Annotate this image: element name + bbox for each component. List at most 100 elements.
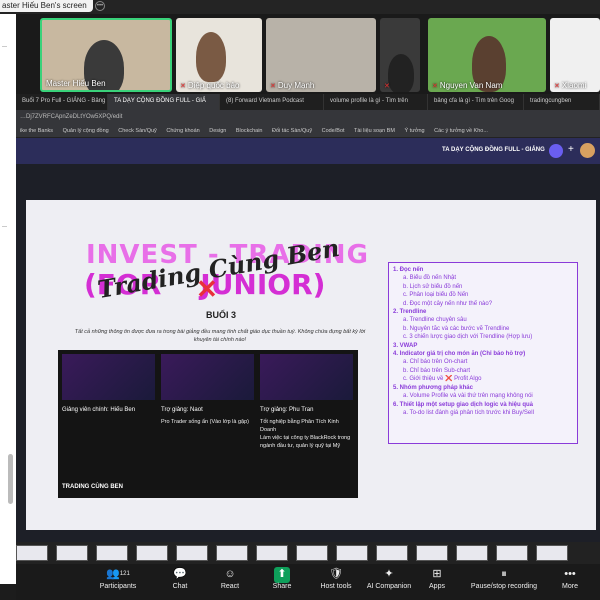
bookmark[interactable]: Check Sàn/Quỹ — [118, 128, 157, 134]
instructor-card: Trợ giảng: Naot Pro Trader sống ẩn (Vào … — [161, 354, 254, 494]
panel-marker: — — [2, 44, 7, 50]
toc-item: a. Trendline chuyên sâu — [403, 317, 467, 324]
react-button[interactable]: ☺ React — [210, 567, 250, 590]
panel-marker: — — [2, 224, 7, 230]
slide-thumbnail[interactable] — [96, 545, 128, 561]
bookmark[interactable]: Design — [209, 128, 226, 134]
slide-thumbnail[interactable] — [56, 545, 88, 561]
meeting-controls: 👥121 Participants 💬 Chat ☺ React ⬆ Share… — [16, 564, 600, 600]
bookmark[interactable]: Quản lý cộng đồng — [63, 128, 109, 134]
document-title[interactable]: TA DẠY CỘNG ĐỒNG FULL - GIẢNG — [442, 147, 545, 153]
bookmark[interactable]: Ý tưởng — [404, 128, 424, 134]
shield-icon: 🛡 — [329, 568, 343, 580]
slide-thumbnail[interactable] — [176, 545, 208, 561]
address-bar[interactable]: …Dj7ZVRFCApnZeDLtYOw5XPQ/edit — [16, 110, 600, 124]
toc-item: b. Chỉ báo trên Sub-chart — [403, 367, 471, 374]
video-tile[interactable]: ✕ Xiaomi — [550, 18, 600, 92]
add-icon[interactable]: + — [568, 144, 574, 155]
apps-button[interactable]: ⊞ Apps — [420, 567, 454, 590]
instructor-panel: Giảng viên chính: Hiếu Ben Trợ giảng: Na… — [58, 350, 358, 498]
bookmark[interactable]: Chứng khoán — [166, 128, 199, 134]
instructor-card: Giảng viên chính: Hiếu Ben — [62, 354, 155, 494]
ai-companion-button[interactable]: ✦ AI Companion — [360, 567, 418, 590]
logo-x-mark: ✕ — [196, 274, 218, 304]
present-button[interactable] — [549, 144, 563, 158]
bookmark[interactable]: Đối tác Sàn/Quỹ — [272, 128, 312, 134]
instructor-card: Trợ giảng: Phu Tran Tốt nghiệp bằng Phân… — [260, 354, 353, 494]
slide-thumbnail[interactable] — [536, 545, 568, 561]
disclaimer-text: Tất cả những thông tin được đưa ra trong… — [74, 329, 366, 343]
scrollbar[interactable] — [8, 454, 13, 504]
slide-thumbnail[interactable] — [376, 545, 408, 561]
slide-thumbnail[interactable] — [296, 545, 328, 561]
mic-muted-icon: ✕ — [432, 83, 438, 90]
slide-thumbnail[interactable] — [136, 545, 168, 561]
slide-thumbnail[interactable] — [16, 545, 48, 561]
share-options-icon[interactable]: ••• — [95, 1, 105, 11]
react-label: React — [220, 583, 240, 590]
bookmark[interactable]: Tài liệu soạn BM — [354, 128, 395, 134]
host-tools-label: Host tools — [320, 583, 352, 590]
editor-canvas: INVEST - TRADING (FOR JUNIOR) Trading Cù… — [16, 164, 600, 549]
bookmark[interactable]: ike the Banks — [20, 128, 53, 134]
participant-count: 121 — [119, 571, 130, 577]
video-tile[interactable]: ✕ — [380, 18, 420, 92]
bookmark[interactable]: Blockchain — [236, 128, 263, 134]
participants-icon: 👥121 — [106, 568, 130, 580]
instructor-role: Giảng viên chính: Hiếu Ben — [62, 407, 136, 413]
recording-button[interactable]: ⏸ Pause/stop recording — [456, 567, 552, 590]
slide-thumbnail[interactable] — [256, 545, 288, 561]
host-tools-button[interactable]: 🛡 Host tools — [314, 567, 358, 590]
chat-label: Chat — [172, 583, 188, 590]
browser-tab[interactable]: volume profile là gì - Tìm trên — [324, 94, 428, 110]
more-button[interactable]: ••• More — [552, 567, 588, 590]
instructor-photo — [161, 354, 254, 400]
shared-browser-window: Buổi 7 Pro Full - GIẢNG - Bảng TA DẠY CỘ… — [16, 94, 600, 549]
instructor-desc: Tốt nghiệp bằng Phân Tích Kinh Doanh Làm… — [260, 419, 351, 449]
toc-item: b. Nguyên tắc và các bước vẽ Trendline — [403, 325, 510, 332]
recording-icon: ⏸ — [501, 568, 507, 580]
slide-thumbnail[interactable] — [456, 545, 488, 561]
share-button[interactable]: ⬆ Share — [262, 567, 302, 590]
browser-tab[interactable]: tradingcungben — [524, 94, 600, 110]
video-tile[interactable]: ✕ Nguyen Van Nam — [428, 18, 546, 92]
toc-heading: 2. Trendline — [393, 309, 427, 316]
slide-thumbnail[interactable] — [216, 545, 248, 561]
slide-thumbnail[interactable] — [416, 545, 448, 561]
slide-thumbnail[interactable] — [336, 545, 368, 561]
left-panel: — — — [0, 14, 16, 584]
instructor-photo — [260, 354, 353, 400]
video-tile[interactable]: ✕ Duy Mạnh — [266, 18, 376, 92]
video-tile[interactable]: ✕ Diệp quốc bảo — [176, 18, 262, 92]
participant-name: Diệp quốc bảo — [187, 81, 240, 90]
avatar[interactable] — [580, 143, 595, 158]
participant-name: Duy Mạnh — [277, 81, 315, 90]
toc-item: a. To-do list đánh giá phân tích trước k… — [403, 409, 534, 416]
top-bar: aster Hiếu Ben's screen ••• — [0, 0, 600, 14]
browser-tab[interactable]: Buổi 7 Pro Full - GIẢNG - Bảng — [16, 94, 108, 110]
bookmark[interactable]: Code/Bot — [322, 128, 345, 134]
participants-label: Participants — [99, 583, 137, 590]
video-tile-host[interactable]: Master Hiếu Ben — [40, 18, 172, 92]
mic-muted-icon: ✕ — [384, 83, 390, 90]
toc-heading: 3. VWAP — [393, 342, 418, 349]
participants-button[interactable]: 👥121 Participants — [96, 567, 140, 590]
slide[interactable]: INVEST - TRADING (FOR JUNIOR) Trading Cù… — [26, 200, 596, 530]
slide-thumbnail[interactable] — [496, 545, 528, 561]
toc-item: b. Lịch sử biểu đồ nến — [403, 283, 463, 290]
browser-tab[interactable]: (8) Forward Vietnam Podcast — [220, 94, 324, 110]
participant-video — [196, 32, 226, 82]
toc-item: a. Chỉ báo trên On-chart — [403, 359, 468, 366]
more-label: More — [562, 583, 578, 590]
toc-heading: 5. Nhóm phương pháp khác — [393, 384, 473, 391]
toc-item: c. 3 chiến lược giao dịch với Trendline … — [403, 334, 533, 341]
toc-heading: 4. Indicator giá trị cho món ăn (Chỉ báo… — [393, 351, 526, 358]
recording-label: Pause/stop recording — [470, 583, 538, 590]
bookmark[interactable]: Các ý tưởng về Kho... — [434, 128, 488, 134]
chat-icon: 💬 — [173, 568, 187, 580]
video-strip: Master Hiếu Ben ✕ Diệp quốc bảo ✕ Duy Mạnh… — [16, 14, 600, 94]
browser-tab[interactable]: bảng cfa là gì - Tìm trên Goog — [428, 94, 524, 110]
browser-tab-active[interactable]: TA DẠY CỘNG ĐỒNG FULL - GIẢ — [108, 94, 220, 110]
mic-muted-icon: ✕ — [554, 83, 560, 90]
chat-button[interactable]: 💬 Chat — [160, 567, 200, 590]
